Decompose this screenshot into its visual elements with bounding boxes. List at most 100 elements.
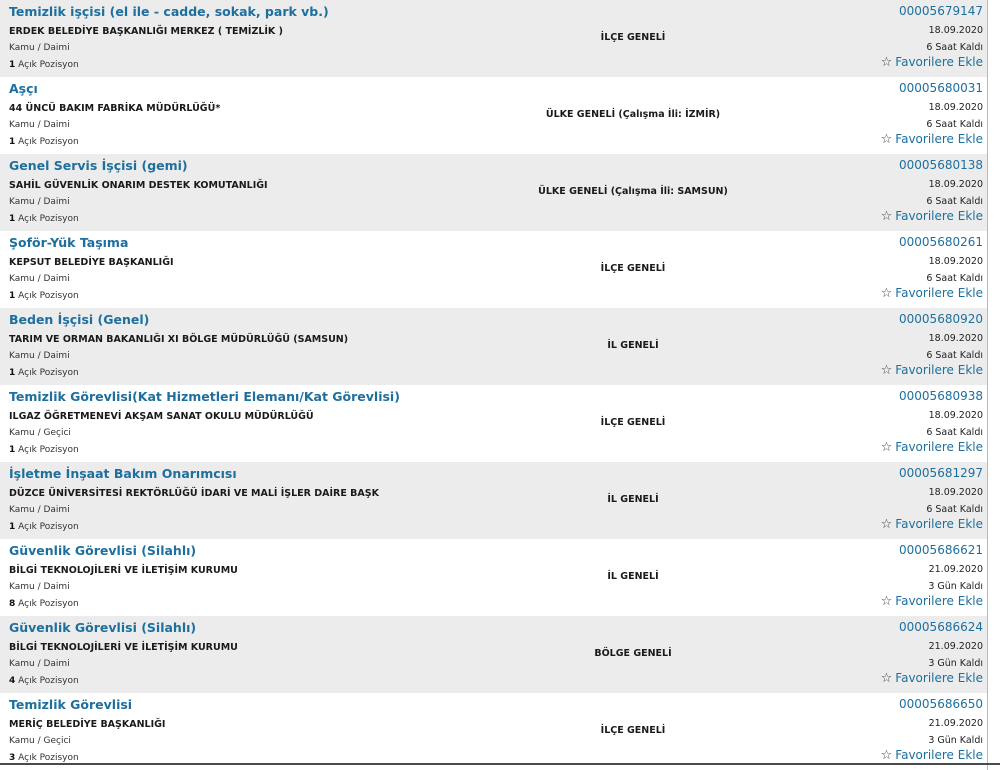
job-title-link[interactable]: Temizlik işçisi (el ile - cadde, sokak, … [9,4,329,19]
time-remaining: 3 Gün Kaldı [928,658,983,669]
star-outline-icon: ☆ [880,208,893,224]
employer-name: MERİÇ BELEDİYE BAŞKANLIĞI [9,719,166,730]
open-positions: 1 Açık Pozisyon [9,214,79,224]
listing-reference-link[interactable]: 00005679147 [899,4,983,18]
job-listing-row: Güvenlik Görevlisi (Silahlı) BİLGİ TEKNOL… [0,539,987,616]
job-listing-row: Aşçı 44 ÜNCÜ BAKIM FABRİKA MÜDÜRLÜĞÜ* Kamu… [0,77,987,154]
job-title-link[interactable]: Beden İşçisi (Genel) [9,312,149,327]
employment-type: Kamu / Daimi [9,43,70,53]
deadline-date: 21.09.2020 [928,564,983,575]
time-remaining: 6 Saat Kaldı [926,350,983,361]
employer-name: SAHİL GÜVENLİK ONARIM DESTEK KOMUTANLIĞI [9,180,268,191]
open-positions-count: 1 [9,60,16,70]
open-positions: 1 Açık Pozisyon [9,60,79,70]
employment-type: Kamu / Daimi [9,659,70,669]
work-location-scope: İL GENELİ [607,494,659,505]
employment-type: Kamu / Geçici [9,428,71,438]
work-location-scope: İLÇE GENELİ [600,417,666,428]
deadline-date: 18.09.2020 [928,179,983,190]
open-positions-count: 1 [9,291,16,301]
add-to-favorites-button[interactable]: ☆ Favorilere Ekle [881,594,983,608]
listing-reference-link[interactable]: 00005680938 [899,389,983,403]
job-listing-row: Temizlik Görevlisi(Kat Hizmetleri Eleman… [0,385,987,462]
employer-name: ILGAZ ÖĞRETMENEVİ AKŞAM SANAT OKULU MÜDÜ… [9,411,314,422]
open-positions-label: Açık Pozisyon [18,60,79,70]
open-positions: 1 Açık Pozisyon [9,137,79,147]
time-remaining: 3 Gün Kaldı [928,581,983,592]
job-title-link[interactable]: Güvenlik Görevlisi (Silahlı) [9,620,196,635]
deadline-date: 18.09.2020 [928,25,983,36]
open-positions-label: Açık Pozisyon [18,522,79,532]
add-to-favorites-button[interactable]: ☆ Favorilere Ekle [881,286,983,300]
job-listing-row: Beden İşçisi (Genel) TARIM VE ORMAN BAKAN… [0,308,987,385]
listing-reference-link[interactable]: 00005680920 [899,312,983,326]
open-positions-count: 1 [9,368,16,378]
add-to-favorites-button[interactable]: ☆ Favorilere Ekle [881,209,983,223]
job-title-link[interactable]: Genel Servis İşçisi (gemi) [9,158,188,173]
open-positions-label: Açık Pozisyon [18,599,79,609]
star-outline-icon: ☆ [880,670,893,686]
open-positions-label: Açık Pozisyon [18,753,79,763]
listing-reference-link[interactable]: 00005680261 [899,235,983,249]
job-title-link[interactable]: Temizlik Görevlisi(Kat Hizmetleri Eleman… [9,389,400,404]
listing-reference-link[interactable]: 00005680031 [899,81,983,95]
employment-type: Kamu / Daimi [9,505,70,515]
job-listing-row: İşletme İnşaat Bakım Onarımcısı DÜZCE ÜNİ… [0,462,987,539]
add-to-favorites-label: Favorilere Ekle [895,517,983,531]
job-listing-row: Güvenlik Görevlisi (Silahlı) BİLGİ TEKNOL… [0,616,987,693]
open-positions-count: 3 [9,753,16,763]
add-to-favorites-button[interactable]: ☆ Favorilere Ekle [881,132,983,146]
job-title-link[interactable]: Temizlik Görevlisi [9,697,132,712]
add-to-favorites-button[interactable]: ☆ Favorilere Ekle [881,440,983,454]
deadline-date: 21.09.2020 [928,718,983,729]
add-to-favorites-label: Favorilere Ekle [895,132,983,146]
employment-type: Kamu / Daimi [9,274,70,284]
add-to-favorites-button[interactable]: ☆ Favorilere Ekle [881,517,983,531]
add-to-favorites-label: Favorilere Ekle [895,440,983,454]
listing-reference-link[interactable]: 00005681297 [899,466,983,480]
time-remaining: 6 Saat Kaldı [926,196,983,207]
employment-type: Kamu / Daimi [9,197,70,207]
star-outline-icon: ☆ [880,362,893,378]
open-positions-label: Açık Pozisyon [18,445,79,455]
open-positions-count: 4 [9,676,16,686]
open-positions-label: Açık Pozisyon [18,137,79,147]
job-listing-row: Genel Servis İşçisi (gemi) SAHİL GÜVENLİK… [0,154,987,231]
listing-reference-link[interactable]: 00005680138 [899,158,983,172]
job-title-link[interactable]: Aşçı [9,81,38,96]
job-title-link[interactable]: Şoför-Yük Taşıma [9,235,128,250]
listing-reference-link[interactable]: 00005686621 [899,543,983,557]
add-to-favorites-button[interactable]: ☆ Favorilere Ekle [881,363,983,377]
work-location-scope: BÖLGE GENELİ [594,648,672,659]
job-title-link[interactable]: İşletme İnşaat Bakım Onarımcısı [9,466,237,481]
job-listing-row: Şoför-Yük Taşıma KEPSUT BELEDİYE BAŞKANLI… [0,231,987,308]
job-title-link[interactable]: Güvenlik Görevlisi (Silahlı) [9,543,196,558]
work-location-scope: İLÇE GENELİ [600,263,666,274]
employer-name: ERDEK BELEDİYE BAŞKANLIĞI MERKEZ ( TEMİZ… [9,26,283,37]
time-remaining: 3 Gün Kaldı [928,735,983,746]
time-remaining: 6 Saat Kaldı [926,273,983,284]
employment-type: Kamu / Geçici [9,736,71,746]
open-positions: 1 Açık Pozisyon [9,291,79,301]
open-positions-label: Açık Pozisyon [18,291,79,301]
open-positions: 4 Açık Pozisyon [9,676,79,686]
deadline-date: 21.09.2020 [928,641,983,652]
listing-reference-link[interactable]: 00005686650 [899,697,983,711]
employer-name: BİLGİ TEKNOLOJİLERİ VE İLETİŞİM KURUMU [9,642,238,653]
deadline-date: 18.09.2020 [928,333,983,344]
job-listing-row: Temizlik Görevlisi MERİÇ BELEDİYE BAŞKANL… [0,693,987,770]
work-location-scope: İLÇE GENELİ [600,32,666,43]
listing-reference-link[interactable]: 00005686624 [899,620,983,634]
open-positions-label: Açık Pozisyon [18,676,79,686]
open-positions: 1 Açık Pozisyon [9,368,79,378]
open-positions: 3 Açık Pozisyon [9,753,79,763]
work-location-scope: ÜLKE GENELİ (Çalışma İli: İZMİR) [545,109,721,120]
time-remaining: 6 Saat Kaldı [926,42,983,53]
deadline-date: 18.09.2020 [928,410,983,421]
add-to-favorites-button[interactable]: ☆ Favorilere Ekle [881,55,983,69]
open-positions-label: Açık Pozisyon [18,214,79,224]
employer-name: BİLGİ TEKNOLOJİLERİ VE İLETİŞİM KURUMU [9,565,238,576]
add-to-favorites-button[interactable]: ☆ Favorilere Ekle [881,671,983,685]
employment-type: Kamu / Daimi [9,120,70,130]
add-to-favorites-button[interactable]: ☆ Favorilere Ekle [881,748,983,762]
